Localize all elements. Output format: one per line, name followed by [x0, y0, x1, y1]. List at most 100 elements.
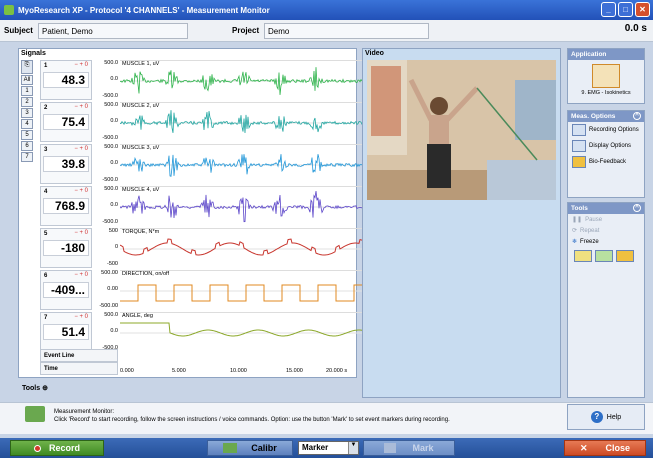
elapsed-time: 0.0 s — [624, 23, 647, 34]
layout-columns-icon[interactable] — [616, 250, 634, 262]
minimize-button[interactable]: _ — [601, 2, 616, 17]
layout-bars-icon[interactable] — [574, 250, 592, 262]
marker-select[interactable]: Marker ▼ — [298, 441, 359, 455]
freeze-label: Freeze — [580, 238, 599, 245]
channel-controls[interactable]: − + 0 — [74, 314, 88, 320]
channel-scale: 500.00 0.00 -500.00 — [92, 270, 120, 310]
channel-value: 39.8 — [43, 156, 89, 172]
channel-number: 4 — [44, 189, 48, 195]
calibr-button[interactable]: Calibr — [207, 440, 293, 456]
tab-5[interactable]: 5 — [21, 130, 33, 140]
channel-box: 5 − + 0 -180 — [40, 228, 92, 268]
channels-icon[interactable]: ⎘ — [21, 60, 33, 74]
signal-trace — [120, 284, 365, 302]
scale-min: -500.0 — [102, 135, 118, 141]
close-button[interactable]: ✕ Close — [564, 440, 646, 456]
mark-button[interactable]: Mark — [363, 440, 455, 456]
channel-scale: 500.0 0.0 -500.0 — [92, 312, 120, 352]
expand-icon: ⊕ — [42, 385, 48, 392]
help-button[interactable]: ? Help — [567, 404, 645, 430]
video-image — [367, 60, 556, 200]
channel-controls[interactable]: − + 0 — [74, 230, 88, 236]
scale-max: 500.0 — [104, 102, 118, 108]
protocol-name[interactable]: 9. EMG - Isokinetics — [568, 90, 644, 96]
status-line-1: Measurement Monitor: — [54, 409, 115, 415]
bio-feedback-icon — [572, 156, 586, 168]
tab-2[interactable]: 2 — [21, 97, 33, 107]
freeze-button[interactable]: ❄ Freeze — [568, 236, 644, 247]
close-window-button[interactable]: ✕ — [635, 2, 650, 17]
channel-plot — [120, 312, 365, 337]
scale-max: 500.0 — [104, 60, 118, 66]
tab-7[interactable]: 7 — [21, 152, 33, 162]
recording-options-icon — [572, 124, 586, 136]
channel-scale: 500 0 -500 — [92, 228, 120, 268]
collapse-icon[interactable]: ^ — [633, 204, 641, 212]
time-tick: 5.000 — [172, 368, 186, 374]
channel-box: 6 − + 0 -409... — [40, 270, 92, 310]
scale-zero: 0.0 — [110, 76, 118, 82]
channel-controls[interactable]: − + 0 — [74, 62, 88, 68]
time-axis: 0.000 5.000 10.000 15.000 20.000 s — [120, 366, 354, 378]
signal-trace — [120, 110, 365, 134]
record-button[interactable]: Record — [10, 440, 104, 456]
channel-box: 4 − + 0 768.9 — [40, 186, 92, 226]
channel-controls[interactable]: − + 0 — [74, 104, 88, 110]
channel-row: 3 − + 0 39.8 500.0 0.0 -500.0 MUSCLE 3, uV — [40, 144, 365, 184]
channel-box: 7 − + 0 51.4 — [40, 312, 92, 352]
close-label: Close — [605, 443, 631, 453]
mark-label: Mark — [412, 443, 434, 453]
subject-label: Subject — [4, 26, 33, 35]
tab-4[interactable]: 4 — [21, 119, 33, 129]
tab-all[interactable]: All — [21, 75, 33, 85]
video-panel: Video — [362, 48, 561, 398]
repeat-button[interactable]: ⟳ Repeat — [568, 225, 644, 236]
scale-max: 500 — [108, 228, 118, 234]
channel-box: 1 − + 0 48.3 — [40, 60, 92, 100]
signal-trace — [120, 322, 365, 337]
collapse-icon[interactable]: ^ — [633, 112, 641, 120]
channel-label: TORQUE, N*m — [122, 229, 160, 235]
subject-field[interactable]: Patient, Demo — [38, 23, 188, 39]
project-label: Project — [232, 26, 260, 35]
channel-controls[interactable]: − + 0 — [74, 272, 88, 278]
tools-toggle[interactable]: Tools ⊕ — [22, 384, 48, 392]
meas-options-label: Meas. Options — [571, 113, 616, 120]
recording-options-button[interactable]: Recording Options — [568, 122, 644, 138]
channel-controls[interactable]: − + 0 — [74, 188, 88, 194]
calibr-label: Calibr — [251, 443, 277, 453]
display-options-button[interactable]: Display Options — [568, 138, 644, 154]
bio-feedback-button[interactable]: Bio-Feedback — [568, 154, 644, 170]
title-bar: MyoResearch XP - Protocol '4 CHANNELS' -… — [0, 0, 653, 20]
channel-controls[interactable]: − + 0 — [74, 146, 88, 152]
channel-row: 6 − + 0 -409... 500.00 0.00 -500.00 DIRECTION,… — [40, 270, 365, 310]
channel-number: 7 — [44, 315, 48, 321]
display-options-label: Display Options — [589, 143, 632, 149]
event-line-label: Event Line — [40, 349, 118, 362]
scale-zero: 0 — [114, 244, 118, 250]
freeze-icon: ❄ — [572, 239, 578, 245]
app-icon — [4, 5, 14, 15]
channel-row: 1 − + 0 48.3 500.0 0.0 -500.0 MUSCLE 1, uV — [40, 60, 365, 100]
project-field[interactable]: Demo — [264, 23, 429, 39]
tab-1[interactable]: 1 — [21, 86, 33, 96]
channel-scale: 500.0 0.0 -500.0 — [92, 60, 120, 100]
scale-zero: 0.00 — [107, 286, 118, 292]
display-options-icon — [572, 140, 586, 152]
scale-max: 500.0 — [104, 144, 118, 150]
channel-value: 768.9 — [43, 198, 89, 214]
tools-label: Tools — [22, 385, 41, 392]
scale-min: -500.0 — [102, 177, 118, 183]
channel-number: 1 — [44, 63, 48, 69]
channel-number: 2 — [44, 105, 48, 111]
help-icon: ? — [590, 411, 603, 423]
tab-6[interactable]: 6 — [21, 141, 33, 151]
maximize-button[interactable]: □ — [618, 2, 633, 17]
time-tick: 0.000 — [120, 368, 134, 374]
protocol-icon[interactable] — [592, 64, 620, 88]
channel-value: -180 — [43, 240, 89, 256]
layout-grid-icon[interactable] — [595, 250, 613, 262]
tab-3[interactable]: 3 — [21, 108, 33, 118]
pause-button[interactable]: ❚❚ Pause — [568, 214, 644, 225]
repeat-label: Repeat — [580, 227, 600, 234]
